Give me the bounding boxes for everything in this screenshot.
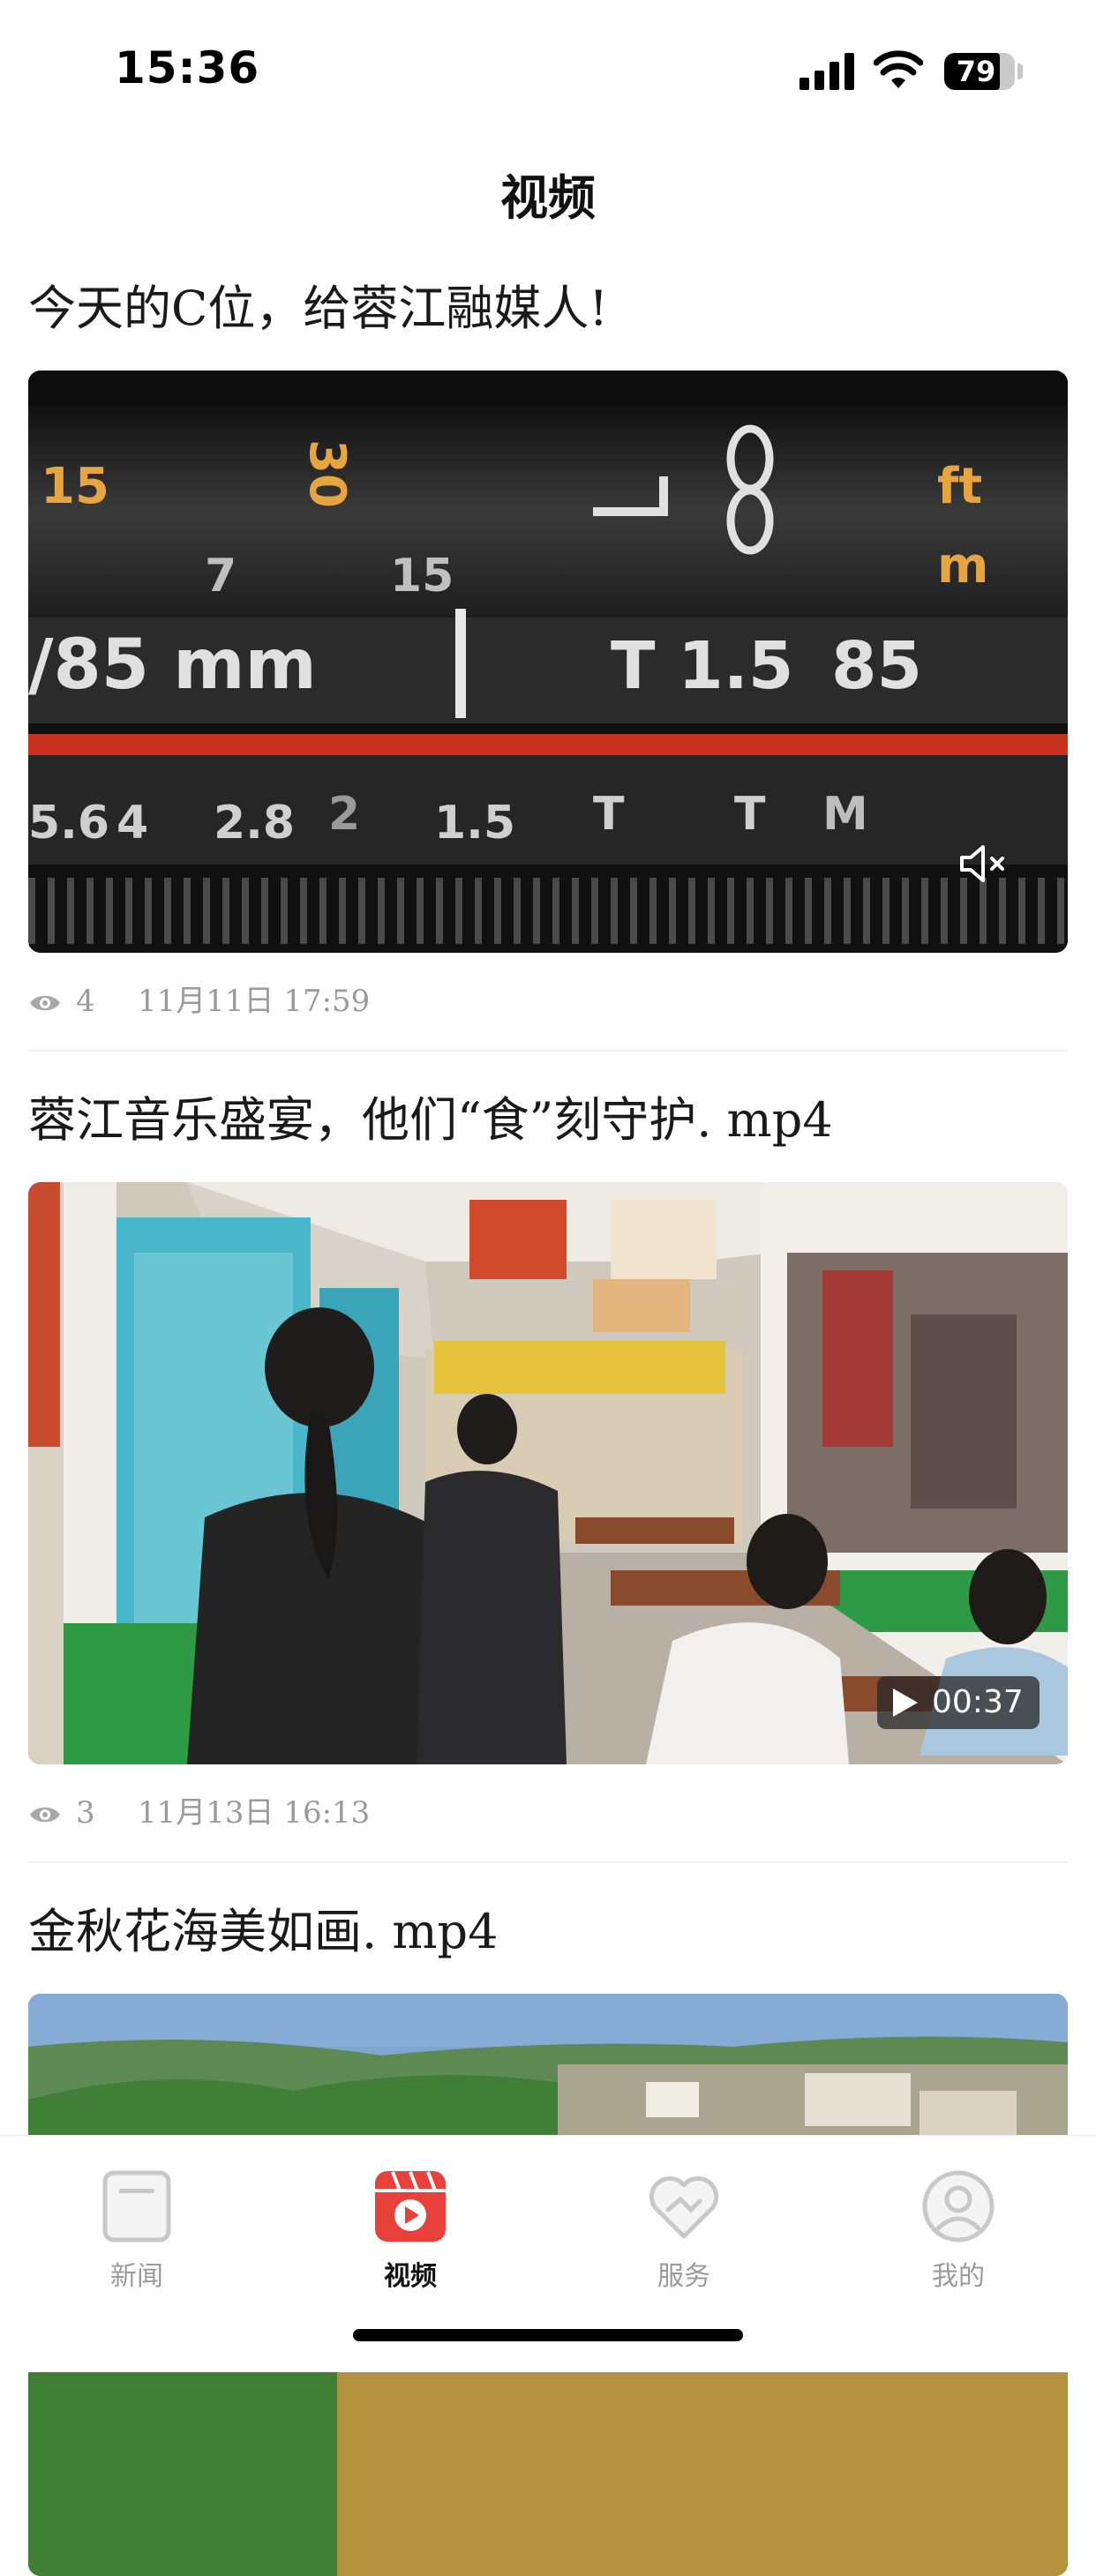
cellular-signal-icon — [799, 53, 854, 90]
eye-icon — [30, 995, 60, 1011]
divider — [28, 1861, 1068, 1863]
status-bar: 15:36 79 — [0, 0, 1096, 132]
tab-label: 服务 — [657, 2261, 710, 2292]
video-post[interactable]: 今天的C位，给蓉江融媒人! 15 30 7 15 /85 mm T 1.5 85… — [0, 265, 1096, 1052]
lens-text: /85 mm — [28, 625, 317, 705]
post-date: 11月13日 16:13 — [138, 1795, 371, 1831]
battery-nub — [1017, 64, 1023, 79]
video-icon — [375, 2171, 446, 2242]
lens-text: 15 — [390, 550, 454, 603]
post-title[interactable]: 今天的C位，给蓉江融媒人! — [28, 265, 1096, 353]
eye-icon — [30, 1807, 60, 1823]
post-meta: 3 11月13日 16:13 — [28, 1764, 1096, 1861]
tab-label: 视频 — [384, 2261, 437, 2292]
play-button[interactable]: 00:37 — [877, 1676, 1040, 1729]
lens-text: M — [822, 788, 868, 841]
lens-text: T 1.5 — [611, 628, 793, 704]
lens-text: 5.6 — [28, 797, 109, 850]
lens-text: 2 — [328, 788, 360, 841]
lens-text: 4 — [116, 797, 148, 850]
service-icon — [649, 2175, 719, 2239]
video-post[interactable]: 蓉江音乐盛宴，他们“食”刻守护. mp4 00:37 3 11月13日 16:1… — [0, 1076, 1096, 1863]
lens-text: ft — [937, 458, 982, 515]
battery-level: 79 — [956, 55, 996, 88]
profile-icon — [922, 2170, 995, 2243]
lens-text: T — [593, 788, 625, 841]
tab-profile[interactable]: 我的 — [852, 2152, 1064, 2293]
mute-icon[interactable] — [958, 843, 1008, 884]
tab-label: 我的 — [932, 2261, 985, 2292]
battery-icon: 79 — [944, 53, 1015, 90]
home-indicator[interactable] — [353, 2329, 743, 2341]
news-icon — [102, 2170, 171, 2243]
video-thumbnail: 15 30 7 15 /85 mm T 1.5 85 ft m 5.6 4 2.… — [28, 371, 1068, 953]
tab-service[interactable]: 服务 — [578, 2152, 790, 2293]
wifi-icon — [874, 50, 923, 88]
lens-text: 7 — [205, 550, 236, 603]
lens-text: 85 — [831, 628, 922, 704]
divider — [28, 1050, 1068, 1052]
post-title[interactable]: 金秋花海美如画. mp4 — [28, 1888, 1096, 1976]
tab-news[interactable]: 新闻 — [31, 2152, 243, 2293]
view-count: 4 — [76, 984, 95, 1019]
video-player[interactable]: 15 30 7 15 /85 mm T 1.5 85 ft m 5.6 4 2.… — [28, 371, 1068, 953]
page-title: 视频 — [500, 169, 596, 226]
lens-text: 30 — [298, 439, 356, 508]
status-time: 15:36 — [115, 42, 260, 94]
lens-text: T — [734, 788, 766, 841]
post-title[interactable]: 蓉江音乐盛宴，他们“食”刻守护. mp4 — [28, 1076, 1096, 1164]
post-meta: 4 11月11日 17:59 — [28, 953, 1096, 1050]
video-duration: 00:37 — [932, 1684, 1024, 1720]
tab-video[interactable]: 视频 — [304, 2152, 516, 2293]
lens-text: 1.5 — [434, 797, 515, 850]
video-player[interactable]: 00:37 — [28, 1182, 1068, 1764]
lens-text: m — [937, 537, 988, 595]
lens-text: 2.8 — [214, 797, 295, 850]
tab-label: 新闻 — [110, 2261, 163, 2292]
lens-illustration: 15 30 7 15 /85 mm T 1.5 85 ft m 5.6 4 2.… — [28, 371, 1068, 953]
view-count: 3 — [76, 1795, 95, 1831]
play-icon — [893, 1689, 918, 1717]
post-date: 11月11日 17:59 — [138, 984, 371, 1019]
lens-text: 15 — [41, 458, 109, 515]
